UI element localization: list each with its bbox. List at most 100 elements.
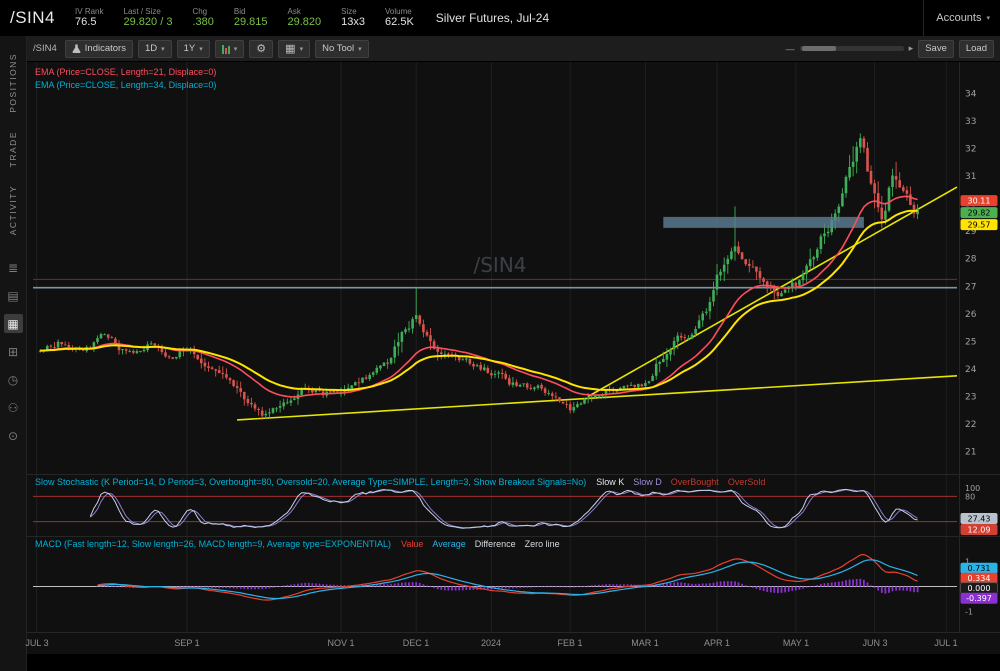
svg-text:-1: -1 [965,608,973,617]
stat-value: 29.820 [288,16,322,29]
axis-bubble: -0.397 [961,593,998,604]
axis-bubble: 0.334 [961,573,998,584]
chart-settings-button[interactable]: ⚙ [249,40,273,58]
chart-icon[interactable]: ▦ [4,314,23,333]
svg-text:-0.397: -0.397 [966,594,992,603]
time-label-jul-3: JUL 3 [22,638,52,648]
drawing-tool-value: No Tool [322,43,354,54]
stat-value: 29.820 / 3 [124,16,173,29]
stat-value: .380 [192,16,213,29]
macd-panel: 10-10.7310.3340.000-0.397 MACD (Fast len… [27,536,1000,632]
resistance-zone[interactable] [663,217,864,228]
svg-text:12.09: 12.09 [968,525,991,534]
stat-value: 62.5K [385,16,414,29]
chevron-down-icon: ▾ [986,14,990,22]
svg-text:25: 25 [965,337,976,347]
save-button[interactable]: Save [918,40,954,58]
macd-chart[interactable]: 10-10.7310.3340.000-0.397 [27,537,1000,633]
stat-size: Size 13x3 [341,7,365,30]
save-label: Save [925,43,947,54]
tab-positions[interactable]: POSITIONS [8,44,18,122]
chevron-down-icon: ▾ [234,45,238,53]
indicators-button[interactable]: Indicators [65,40,133,58]
watchlist-icon[interactable]: ≣ [4,258,23,277]
svg-text:27: 27 [965,282,976,292]
accounts-menu[interactable]: Accounts ▾ [923,0,990,36]
time-label-jul-1: JUL 1 [931,638,961,648]
chart-symbol-label: /SIN4 [33,43,57,54]
svg-text:29.57: 29.57 [968,221,991,230]
svg-text:32: 32 [965,145,976,155]
drawing-tool-dropdown[interactable]: No Tool ▾ [315,40,369,58]
svg-text:31: 31 [965,172,976,182]
svg-text:34: 34 [965,89,977,99]
zoom-out-icon[interactable]: — [786,44,795,54]
chart-style-dropdown[interactable]: ▾ [215,40,245,58]
left-rail: POSITIONS TRADE ACTIVITY ≣ ▤ ▦ ⊞ ◷ ⚇ ⊙ [0,36,27,671]
layout-dropdown[interactable]: ▦ ▾ [278,40,310,58]
stat-last-size: Last / Size 29.820 / 3 [124,7,173,30]
svg-text:0.731: 0.731 [968,564,991,573]
stat-iv-rank: IV Rank 76.5 [75,7,103,30]
stochastic-panel: 1008020027.4312.09 Slow Stochastic (K Pe… [27,474,1000,536]
apps-icon[interactable]: ⊞ [4,342,23,361]
stat-ask: Ask 29.820 [288,7,322,30]
svg-text:21: 21 [965,448,976,458]
zoom-slider[interactable] [800,46,904,51]
time-label-apr-1: APR 1 [702,638,732,648]
time-label-jun-3: JUN 3 [860,638,890,648]
grid-quotes-icon[interactable]: ▤ [4,286,23,305]
accounts-label: Accounts [936,12,981,24]
svg-text:28: 28 [965,255,977,265]
load-button[interactable]: Load [959,40,994,58]
grid-layout-icon: ▦ [285,42,295,55]
stat-label: Volume [385,7,414,17]
range-dropdown[interactable]: 1Y ▾ [177,40,210,58]
chevron-down-icon: ▾ [300,45,304,53]
svg-text:0.000: 0.000 [968,584,991,593]
zoom-slider-handle[interactable] [802,46,836,51]
quote-header: /SIN4 IV Rank 76.5 Last / Size 29.820 / … [0,0,1000,36]
flask-icon [72,44,81,54]
axis-bubble: 29.82 [961,207,998,218]
time-label-2024: 2024 [476,638,506,648]
stat-value: 76.5 [75,16,103,29]
stat-label: Ask [288,7,322,17]
community-icon[interactable]: ⚇ [4,398,23,417]
axis-bubble: 29.57 [961,219,998,230]
gear-icon: ⚙ [256,42,266,55]
stat-volume: Volume 62.5K [385,7,414,30]
macd-average-line [98,560,918,599]
chart-toolbar: /SIN4 Indicators 1D ▾ 1Y ▾ ▾ [27,36,1000,62]
aggregation-dropdown[interactable]: 1D ▾ [138,40,172,58]
svg-text:33: 33 [965,117,976,127]
tab-activity[interactable]: ACTIVITY [8,176,18,244]
svg-text:30.11: 30.11 [968,197,991,206]
stat-label: IV Rank [75,7,103,17]
time-label-mar-1: MAR 1 [630,638,660,648]
price-panel: /SIN4343332313029282726252423222130.1129… [27,62,1000,474]
tab-trade[interactable]: TRADE [8,122,18,176]
bottom-filler [27,654,1000,671]
stat-bid: Bid 29.815 [234,7,268,30]
stochastic-chart[interactable]: 1008020027.4312.09 [27,475,1000,537]
time-axis[interactable]: JUL 3SEP 1NOV 1DEC 12024FEB 1MAR 1APR 1M… [27,632,1000,654]
load-label: Load [966,43,987,54]
axis-bubble: 0.731 [961,563,998,574]
aggregation-value: 1D [145,43,157,54]
axis-bubble: 0.000 [961,583,998,594]
price-axis[interactable]: 3433323130292827262524232221 [965,89,977,457]
power-icon[interactable]: ⊙ [4,426,23,445]
stat-chg: Chg .380 [192,7,213,30]
price-chart[interactable]: /SIN4343332313029282726252423222130.1129… [27,62,1000,474]
svg-text:80: 80 [965,492,975,501]
chevron-down-icon: ▾ [199,45,203,53]
history-icon[interactable]: ◷ [4,370,23,389]
header-symbol: /SIN4 [10,8,55,28]
svg-text:/SIN4: /SIN4 [473,253,526,277]
stat-value: 13x3 [341,16,365,29]
contract-title: Silver Futures, Jul-24 [436,11,549,25]
scroll-right-icon[interactable]: ▸ [909,44,914,54]
indicators-label: Indicators [85,43,126,54]
range-value: 1Y [184,43,196,54]
